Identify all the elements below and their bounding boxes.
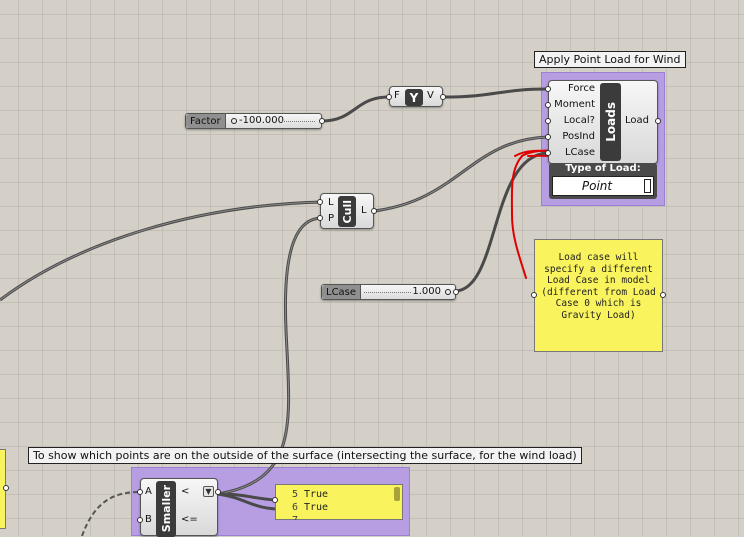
- loads-input-moment[interactable]: Moment: [554, 99, 595, 110]
- panel-row: 7...: [280, 515, 322, 520]
- wind-load-group-tag: Apply Point Load for Wind: [534, 51, 686, 68]
- load-type-value: Point: [581, 179, 613, 193]
- note-port-right[interactable]: [660, 292, 666, 298]
- loads-component[interactable]: Force Moment Local? PosInd LCase Loads L…: [548, 80, 661, 164]
- factor-slider[interactable]: Factor -100.000: [185, 113, 322, 129]
- load-type-value-box[interactable]: Point: [552, 176, 654, 196]
- factor-slider-port[interactable]: [319, 118, 325, 124]
- loads-title: Loads: [600, 83, 621, 161]
- cull-port-list[interactable]: [317, 199, 323, 205]
- factor-slider-label: Factor: [186, 114, 226, 128]
- load-case-note[interactable]: Load case will specify a different Load …: [534, 239, 663, 352]
- loads-input-lcase[interactable]: LCase: [565, 147, 595, 158]
- cull-port-pattern[interactable]: [317, 215, 323, 221]
- wire-left-to-cull-l-inner: [0, 201, 323, 301]
- loads-output-load[interactable]: Load: [625, 115, 649, 126]
- lcase-slider-label: LCase: [322, 285, 362, 299]
- factor-slider-value: -100.000: [239, 115, 284, 126]
- cull-port-out[interactable]: [371, 208, 377, 214]
- lcase-slider-port[interactable]: [453, 289, 459, 295]
- loads-port-force[interactable]: [545, 86, 551, 92]
- smaller-output-less[interactable]: <: [181, 486, 189, 497]
- note-port-left[interactable]: [531, 292, 537, 298]
- wire-vector-to-force: [443, 87, 549, 99]
- loads-input-force[interactable]: Force: [568, 83, 595, 94]
- unit-y-port-in[interactable]: [386, 94, 392, 100]
- load-type-dropdown-handle[interactable]: [644, 179, 651, 193]
- smaller-input-a[interactable]: A: [145, 486, 152, 497]
- unit-y-component[interactable]: F Y V: [389, 86, 443, 107]
- smaller-port-b[interactable]: [137, 517, 143, 523]
- panel-row: 5 True: [291, 489, 329, 500]
- panel-row: 6 True: [291, 502, 329, 513]
- loads-input-local[interactable]: Local?: [564, 115, 595, 126]
- loads-input-posind[interactable]: PosInd: [562, 131, 595, 142]
- loads-port-local[interactable]: [545, 118, 551, 124]
- outside-points-group-tag: To show which points are on the outside …: [28, 447, 582, 464]
- smaller-input-b[interactable]: B: [145, 514, 152, 525]
- loads-port-lcase[interactable]: [545, 150, 551, 156]
- panel-scrollbar[interactable]: [394, 487, 400, 501]
- cull-input-list[interactable]: L: [328, 197, 334, 208]
- smaller-output-less-equal[interactable]: <=: [181, 514, 198, 525]
- offscreen-panel-port[interactable]: [3, 485, 9, 491]
- lcase-slider[interactable]: LCase 1.000: [321, 284, 456, 300]
- cull-output-list[interactable]: L: [361, 205, 367, 216]
- lcase-slider-grip[interactable]: [445, 289, 451, 295]
- loads-port-out[interactable]: [655, 118, 661, 124]
- smaller-component[interactable]: A B Smaller < <= ▼: [140, 478, 218, 537]
- cull-component[interactable]: L P Cull L: [320, 193, 374, 229]
- unit-y-port-out[interactable]: [440, 94, 446, 100]
- load-type-label: Type of Load:: [565, 163, 641, 174]
- lcase-slider-track: [364, 292, 411, 293]
- wire-dashed-in: [81, 491, 141, 536]
- panel-port-in[interactable]: [272, 497, 278, 503]
- cull-input-pattern[interactable]: P: [328, 213, 334, 224]
- loads-port-moment[interactable]: [545, 102, 551, 108]
- cull-title: Cull: [338, 196, 356, 227]
- loads-port-posind[interactable]: [545, 134, 551, 140]
- lcase-slider-value: 1.000: [412, 286, 441, 297]
- smaller-port-out[interactable]: [215, 489, 221, 495]
- smaller-title: Smaller: [156, 481, 176, 537]
- wire-left-to-cull-l: [0, 200, 323, 302]
- unit-y-input-factor[interactable]: F: [394, 90, 400, 101]
- wire-factor-to-vector: [321, 95, 390, 123]
- wire-cull-to-posind: [373, 135, 549, 213]
- factor-slider-grip[interactable]: [231, 118, 237, 124]
- smaller-port-a[interactable]: [137, 489, 143, 495]
- factor-slider-track: [282, 121, 315, 122]
- unit-y-title: Y: [405, 89, 423, 106]
- unit-y-output-vector[interactable]: V: [427, 90, 434, 101]
- result-panel[interactable]: 5True 6True 7...: [275, 484, 403, 520]
- smaller-menu-icon[interactable]: ▼: [203, 486, 214, 497]
- load-type-selector[interactable]: Type of Load: Point: [549, 163, 657, 199]
